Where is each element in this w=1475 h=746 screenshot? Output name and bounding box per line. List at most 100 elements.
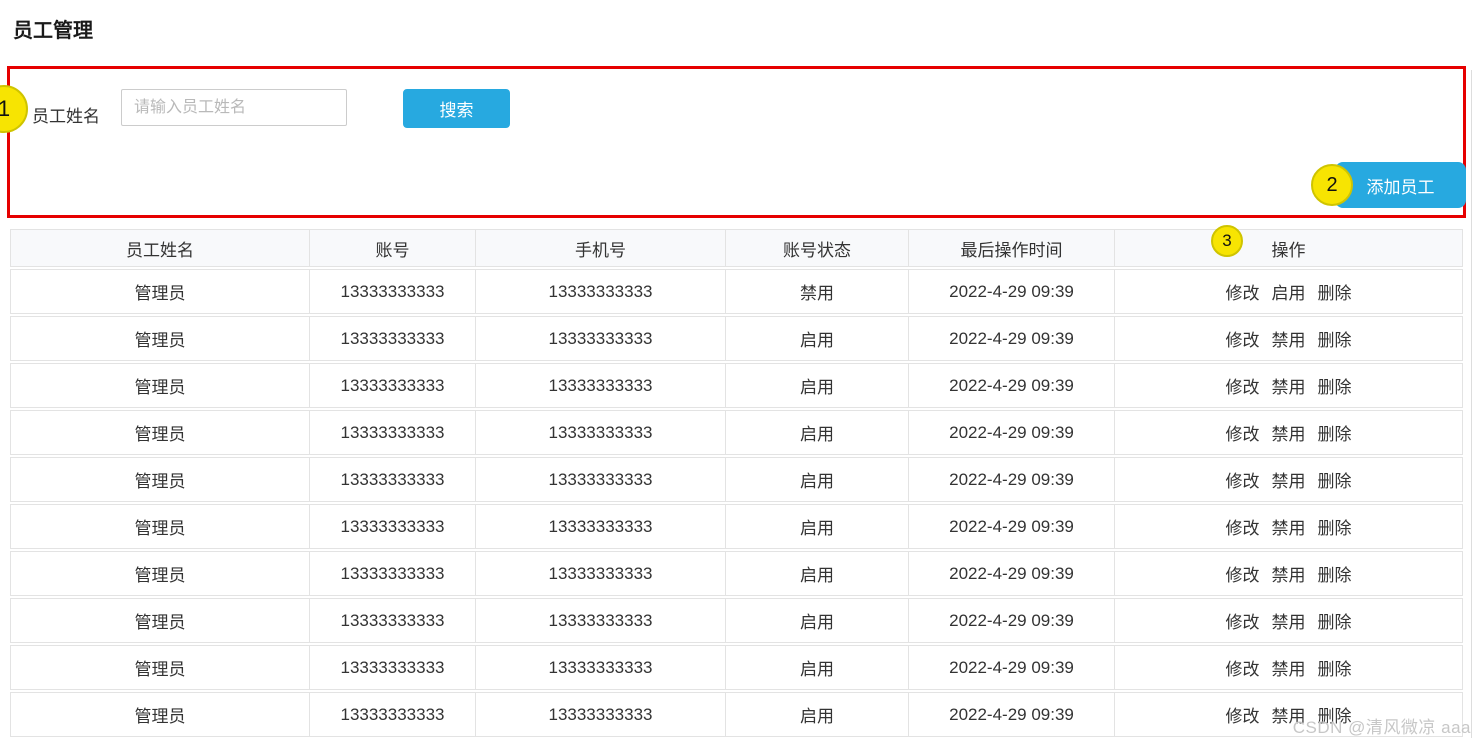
edit-link[interactable]: 修改 <box>1226 472 1260 491</box>
time-cell: 2022-4-29 09:39 <box>909 645 1115 690</box>
edit-link[interactable]: 修改 <box>1226 331 1260 350</box>
operations-cell: 修改 禁用 删除 <box>1115 457 1463 502</box>
time-cell: 2022-4-29 09:39 <box>909 551 1115 596</box>
edit-link[interactable]: 修改 <box>1226 284 1260 303</box>
toggle-status-link[interactable]: 启用 <box>1272 284 1306 303</box>
time-cell: 2022-4-29 09:39 <box>909 410 1115 455</box>
status-cell: 启用 <box>726 457 909 502</box>
toggle-status-link[interactable]: 禁用 <box>1272 566 1306 585</box>
employee-name-label: 员工姓名 <box>32 107 100 126</box>
status-cell: 启用 <box>726 316 909 361</box>
account-cell: 13333333333 <box>310 316 476 361</box>
delete-link[interactable]: 删除 <box>1318 519 1352 538</box>
operations-cell: 修改 禁用 删除 <box>1115 551 1463 596</box>
account-cell: 13333333333 <box>310 692 476 737</box>
edit-link[interactable]: 修改 <box>1226 425 1260 444</box>
status-cell: 禁用 <box>726 269 909 314</box>
account-cell: 13333333333 <box>310 457 476 502</box>
employee-name-cell: 管理员 <box>10 504 310 549</box>
status-cell: 启用 <box>726 645 909 690</box>
account-cell: 13333333333 <box>310 410 476 455</box>
column-header-operations: 操作 <box>1115 229 1463 267</box>
time-cell: 2022-4-29 09:39 <box>909 504 1115 549</box>
table-row: 管理员 13333333333 13333333333 启用 2022-4-29 09:… <box>10 692 1463 737</box>
column-header-account: 账号 <box>310 229 476 267</box>
operations-cell: 修改 禁用 删除 <box>1115 598 1463 643</box>
page-title: 员工管理 <box>13 20 93 42</box>
employee-table: 员工姓名 账号 手机号 账号状态 最后操作时间 操作 管理员 1333333333… <box>10 227 1463 739</box>
delete-link[interactable]: 删除 <box>1318 472 1352 491</box>
operations-cell: 修改 禁用 删除 <box>1115 363 1463 408</box>
account-cell: 13333333333 <box>310 269 476 314</box>
account-cell: 13333333333 <box>310 363 476 408</box>
column-header-employee-name: 员工姓名 <box>10 229 310 267</box>
status-cell: 启用 <box>726 692 909 737</box>
table-body: 管理员 13333333333 13333333333 禁用 2022-4-29 09:… <box>10 269 1463 737</box>
phone-cell: 13333333333 <box>476 410 726 455</box>
phone-cell: 13333333333 <box>476 551 726 596</box>
employee-name-cell: 管理员 <box>10 363 310 408</box>
content-right-border <box>1471 70 1472 738</box>
edit-link[interactable]: 修改 <box>1226 660 1260 679</box>
watermark: CSDN @清风微凉 aaa <box>1292 718 1471 737</box>
edit-link[interactable]: 修改 <box>1226 613 1260 632</box>
employee-name-cell: 管理员 <box>10 269 310 314</box>
account-cell: 13333333333 <box>310 645 476 690</box>
toggle-status-link[interactable]: 禁用 <box>1272 660 1306 679</box>
annotation-badge-3: 3 <box>1211 225 1243 257</box>
edit-link[interactable]: 修改 <box>1226 566 1260 585</box>
table-row: 管理员 13333333333 13333333333 启用 2022-4-29 09:… <box>10 598 1463 643</box>
delete-link[interactable]: 删除 <box>1318 613 1352 632</box>
add-employee-button[interactable]: 添加员工 <box>1335 162 1466 208</box>
table-row: 管理员 13333333333 13333333333 启用 2022-4-29 09:… <box>10 551 1463 596</box>
phone-cell: 13333333333 <box>476 598 726 643</box>
account-cell: 13333333333 <box>310 598 476 643</box>
phone-cell: 13333333333 <box>476 269 726 314</box>
edit-link[interactable]: 修改 <box>1226 707 1260 726</box>
employee-name-cell: 管理员 <box>10 645 310 690</box>
edit-link[interactable]: 修改 <box>1226 519 1260 538</box>
phone-cell: 13333333333 <box>476 316 726 361</box>
employee-name-input[interactable] <box>121 89 347 126</box>
toggle-status-link[interactable]: 禁用 <box>1272 331 1306 350</box>
table-row: 管理员 13333333333 13333333333 启用 2022-4-29 09:… <box>10 316 1463 361</box>
time-cell: 2022-4-29 09:39 <box>909 692 1115 737</box>
status-cell: 启用 <box>726 598 909 643</box>
phone-cell: 13333333333 <box>476 457 726 502</box>
status-cell: 启用 <box>726 363 909 408</box>
delete-link[interactable]: 删除 <box>1318 378 1352 397</box>
employee-name-cell: 管理员 <box>10 410 310 455</box>
operations-cell: 修改 禁用 删除 <box>1115 410 1463 455</box>
operations-cell: 修改 禁用 删除 <box>1115 316 1463 361</box>
status-cell: 启用 <box>726 504 909 549</box>
toggle-status-link[interactable]: 禁用 <box>1272 425 1306 444</box>
search-button[interactable]: 搜索 <box>403 89 510 128</box>
table-row: 管理员 13333333333 13333333333 启用 2022-4-29 09:… <box>10 504 1463 549</box>
table-row: 管理员 13333333333 13333333333 启用 2022-4-29 09:… <box>10 645 1463 690</box>
edit-link[interactable]: 修改 <box>1226 378 1260 397</box>
phone-cell: 13333333333 <box>476 692 726 737</box>
table-row: 管理员 13333333333 13333333333 启用 2022-4-29 09:… <box>10 410 1463 455</box>
toggle-status-link[interactable]: 禁用 <box>1272 519 1306 538</box>
column-header-phone: 手机号 <box>476 229 726 267</box>
employee-name-cell: 管理员 <box>10 692 310 737</box>
filter-panel: 员工姓名 搜索 添加员工 <box>7 66 1466 218</box>
table-header-row: 员工姓名 账号 手机号 账号状态 最后操作时间 操作 <box>10 229 1463 267</box>
operations-cell: 修改 启用 删除 <box>1115 269 1463 314</box>
time-cell: 2022-4-29 09:39 <box>909 316 1115 361</box>
delete-link[interactable]: 删除 <box>1318 660 1352 679</box>
time-cell: 2022-4-29 09:39 <box>909 269 1115 314</box>
time-cell: 2022-4-29 09:39 <box>909 457 1115 502</box>
account-cell: 13333333333 <box>310 551 476 596</box>
operations-cell: 修改 禁用 删除 <box>1115 645 1463 690</box>
delete-link[interactable]: 删除 <box>1318 425 1352 444</box>
toggle-status-link[interactable]: 禁用 <box>1272 472 1306 491</box>
toggle-status-link[interactable]: 禁用 <box>1272 378 1306 397</box>
status-cell: 启用 <box>726 410 909 455</box>
delete-link[interactable]: 删除 <box>1318 566 1352 585</box>
employee-name-cell: 管理员 <box>10 551 310 596</box>
delete-link[interactable]: 删除 <box>1318 284 1352 303</box>
delete-link[interactable]: 删除 <box>1318 331 1352 350</box>
annotation-badge-2: 2 <box>1311 164 1353 206</box>
toggle-status-link[interactable]: 禁用 <box>1272 613 1306 632</box>
